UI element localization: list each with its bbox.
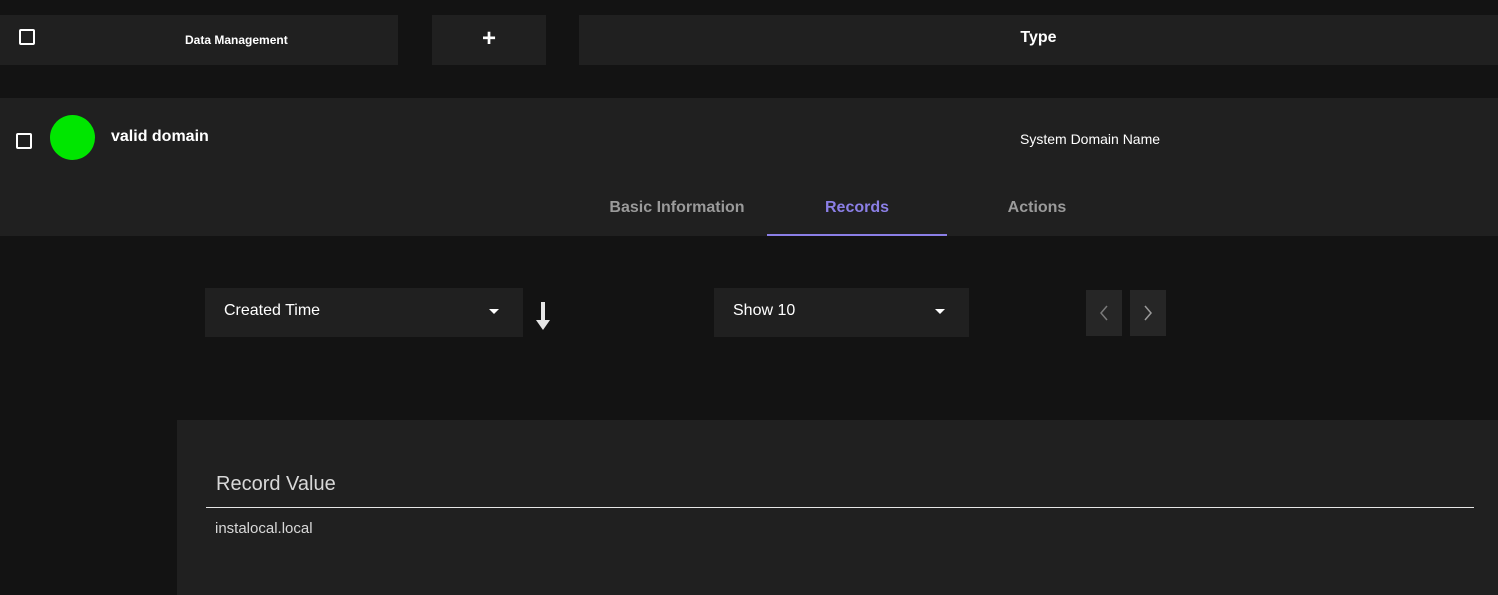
arrow-down-icon[interactable] [533, 300, 553, 332]
type-column-header[interactable]: Type [579, 15, 1498, 65]
domain-row: valid domain System Domain Name Basic In… [0, 98, 1498, 236]
domain-row-checkbox[interactable] [16, 133, 32, 149]
page-size-select[interactable]: Show 10 [714, 288, 969, 337]
record-value-column-header: Record Value [216, 473, 336, 495]
domain-name: valid domain [111, 128, 209, 145]
page-size-value: Show 10 [733, 302, 796, 319]
tab-basic-information[interactable]: Basic Information [587, 185, 767, 236]
header-title: Data Management [185, 33, 288, 47]
previous-page-button[interactable] [1086, 290, 1122, 336]
divider [206, 507, 1474, 508]
sort-by-select[interactable]: Created Time [205, 288, 523, 337]
caret-down-icon [489, 309, 499, 314]
header-bar: Data Management [0, 15, 398, 65]
type-column-label: Type [1020, 29, 1057, 46]
caret-down-icon [935, 309, 945, 314]
status-indicator [50, 115, 95, 160]
sort-by-value: Created Time [224, 302, 321, 319]
table-row: instalocal.local [215, 520, 313, 537]
plus-icon: + [481, 25, 496, 52]
chevron-left-icon [1100, 305, 1108, 321]
next-page-button[interactable] [1130, 290, 1166, 336]
tab-records[interactable]: Records [767, 185, 947, 236]
records-table: Record Value instalocal.local [177, 420, 1498, 595]
chevron-right-icon [1144, 305, 1152, 321]
domain-type: System Domain Name [1020, 131, 1161, 147]
add-button[interactable]: + [432, 15, 546, 65]
tab-actions[interactable]: Actions [947, 185, 1127, 236]
